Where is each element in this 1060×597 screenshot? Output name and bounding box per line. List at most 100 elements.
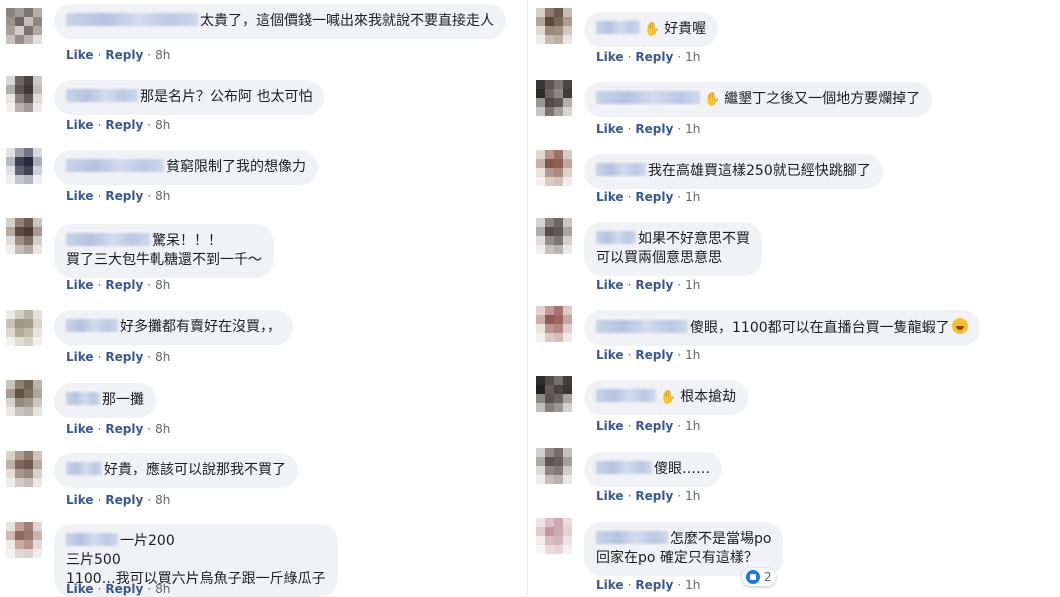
avatar[interactable] bbox=[6, 148, 42, 184]
avatar[interactable] bbox=[6, 380, 42, 416]
timestamp[interactable]: 8h bbox=[155, 48, 170, 62]
commenter-name[interactable] bbox=[66, 392, 100, 405]
commenter-name[interactable] bbox=[596, 389, 656, 402]
separator: · bbox=[97, 582, 102, 596]
reply-link[interactable]: Reply bbox=[105, 582, 143, 596]
avatar[interactable] bbox=[536, 376, 572, 412]
like-link[interactable]: Like bbox=[66, 582, 94, 596]
like-link[interactable]: Like bbox=[596, 578, 624, 592]
timestamp[interactable]: 8h bbox=[155, 422, 170, 436]
avatar[interactable] bbox=[6, 451, 42, 487]
reply-link[interactable]: Reply bbox=[635, 122, 673, 136]
commenter-name[interactable] bbox=[596, 461, 652, 474]
commenter-name[interactable] bbox=[596, 531, 668, 544]
comment-text: 怎麼不是當場po bbox=[670, 531, 772, 547]
comment-line: 驚呆！！！ bbox=[66, 232, 262, 251]
separator: · bbox=[677, 578, 682, 592]
commenter-name[interactable] bbox=[596, 231, 636, 244]
comment-text: 三片500 bbox=[66, 552, 121, 568]
like-link[interactable]: Like bbox=[66, 278, 94, 292]
timestamp[interactable]: 1h bbox=[685, 122, 700, 136]
avatar[interactable] bbox=[536, 448, 572, 484]
commenter-name[interactable] bbox=[66, 89, 138, 102]
like-link[interactable]: Like bbox=[66, 189, 94, 203]
timestamp[interactable]: 1h bbox=[685, 348, 700, 362]
reply-link[interactable]: Reply bbox=[105, 278, 143, 292]
like-link[interactable]: Like bbox=[596, 122, 624, 136]
avatar[interactable] bbox=[536, 8, 572, 44]
like-link[interactable]: Like bbox=[66, 350, 94, 364]
reply-link[interactable]: Reply bbox=[105, 118, 143, 132]
commenter-name[interactable] bbox=[66, 319, 118, 332]
timestamp[interactable]: 1h bbox=[685, 190, 700, 204]
timestamp[interactable]: 8h bbox=[155, 493, 170, 507]
timestamp[interactable]: 8h bbox=[155, 278, 170, 292]
reaction-count-badge[interactable]: 2 bbox=[742, 568, 776, 586]
comment-bubble: ✋ 根本搶劫 bbox=[584, 380, 749, 415]
reply-link[interactable]: Reply bbox=[105, 189, 143, 203]
timestamp[interactable]: 8h bbox=[155, 350, 170, 364]
comment-actions: Like · Reply · 1h bbox=[596, 50, 700, 64]
reply-link[interactable]: Reply bbox=[635, 578, 673, 592]
timestamp[interactable]: 1h bbox=[685, 50, 700, 64]
avatar[interactable] bbox=[536, 218, 572, 254]
commenter-name[interactable] bbox=[66, 233, 150, 246]
comment-actions: Like · Reply · 8h bbox=[66, 422, 170, 436]
avatar[interactable] bbox=[6, 8, 42, 44]
commenter-name[interactable] bbox=[596, 163, 646, 176]
commenter-name[interactable] bbox=[66, 159, 164, 172]
avatar[interactable] bbox=[6, 522, 42, 558]
like-link[interactable]: Like bbox=[596, 419, 624, 433]
like-link[interactable]: Like bbox=[596, 190, 624, 204]
like-link[interactable]: Like bbox=[596, 50, 624, 64]
comment-actions: Like · Reply · 8h bbox=[66, 48, 170, 62]
avatar[interactable] bbox=[6, 310, 42, 346]
timestamp[interactable]: 1h bbox=[685, 489, 700, 503]
reply-link[interactable]: Reply bbox=[635, 419, 673, 433]
reply-link[interactable]: Reply bbox=[105, 493, 143, 507]
reply-link[interactable]: Reply bbox=[635, 190, 673, 204]
commenter-name[interactable] bbox=[66, 533, 118, 546]
like-link[interactable]: Like bbox=[66, 48, 94, 62]
timestamp[interactable]: 8h bbox=[155, 582, 170, 596]
commenter-name[interactable] bbox=[596, 21, 640, 34]
avatar[interactable] bbox=[536, 150, 572, 186]
reply-link[interactable]: Reply bbox=[105, 350, 143, 364]
timestamp[interactable]: 1h bbox=[685, 419, 700, 433]
reply-link[interactable]: Reply bbox=[635, 348, 673, 362]
separator: · bbox=[677, 278, 682, 292]
comment-bubble: 那是名片？公布阿 也太可怕 bbox=[54, 80, 325, 115]
comment-actions: Like · Reply · 8h bbox=[66, 350, 170, 364]
like-link[interactable]: Like bbox=[66, 493, 94, 507]
avatar[interactable] bbox=[6, 218, 42, 254]
comment-bubble: 好多攤都有賣好在沒買，， bbox=[54, 310, 293, 345]
reply-link[interactable]: Reply bbox=[635, 489, 673, 503]
comment-text: 那一攤 bbox=[102, 392, 144, 408]
comment-bubble: ✋ 好貴喔 bbox=[584, 12, 719, 47]
avatar[interactable] bbox=[536, 518, 572, 554]
reply-link[interactable]: Reply bbox=[635, 50, 673, 64]
reply-link[interactable]: Reply bbox=[105, 48, 143, 62]
avatar[interactable] bbox=[6, 76, 42, 112]
reply-link[interactable]: Reply bbox=[105, 422, 143, 436]
comment-actions: Like · Reply · 8h bbox=[66, 493, 170, 507]
like-link[interactable]: Like bbox=[596, 348, 624, 362]
timestamp[interactable]: 1h bbox=[685, 278, 700, 292]
commenter-name[interactable] bbox=[66, 13, 198, 26]
timestamp[interactable]: 8h bbox=[155, 118, 170, 132]
timestamp[interactable]: 8h bbox=[155, 189, 170, 203]
avatar[interactable] bbox=[536, 306, 572, 342]
timestamp[interactable]: 1h bbox=[685, 578, 700, 592]
commenter-name[interactable] bbox=[66, 462, 102, 475]
like-link[interactable]: Like bbox=[596, 278, 624, 292]
like-link[interactable]: Like bbox=[596, 489, 624, 503]
like-link[interactable]: Like bbox=[66, 422, 94, 436]
separator: · bbox=[147, 350, 152, 364]
commenter-name[interactable] bbox=[596, 91, 700, 104]
like-link[interactable]: Like bbox=[66, 118, 94, 132]
separator: · bbox=[147, 582, 152, 596]
comment-text: 太貴了，這個價錢一喊出來我就說不要直接走人 bbox=[200, 13, 494, 29]
commenter-name[interactable] bbox=[596, 320, 688, 333]
avatar[interactable] bbox=[536, 80, 572, 116]
reply-link[interactable]: Reply bbox=[635, 278, 673, 292]
